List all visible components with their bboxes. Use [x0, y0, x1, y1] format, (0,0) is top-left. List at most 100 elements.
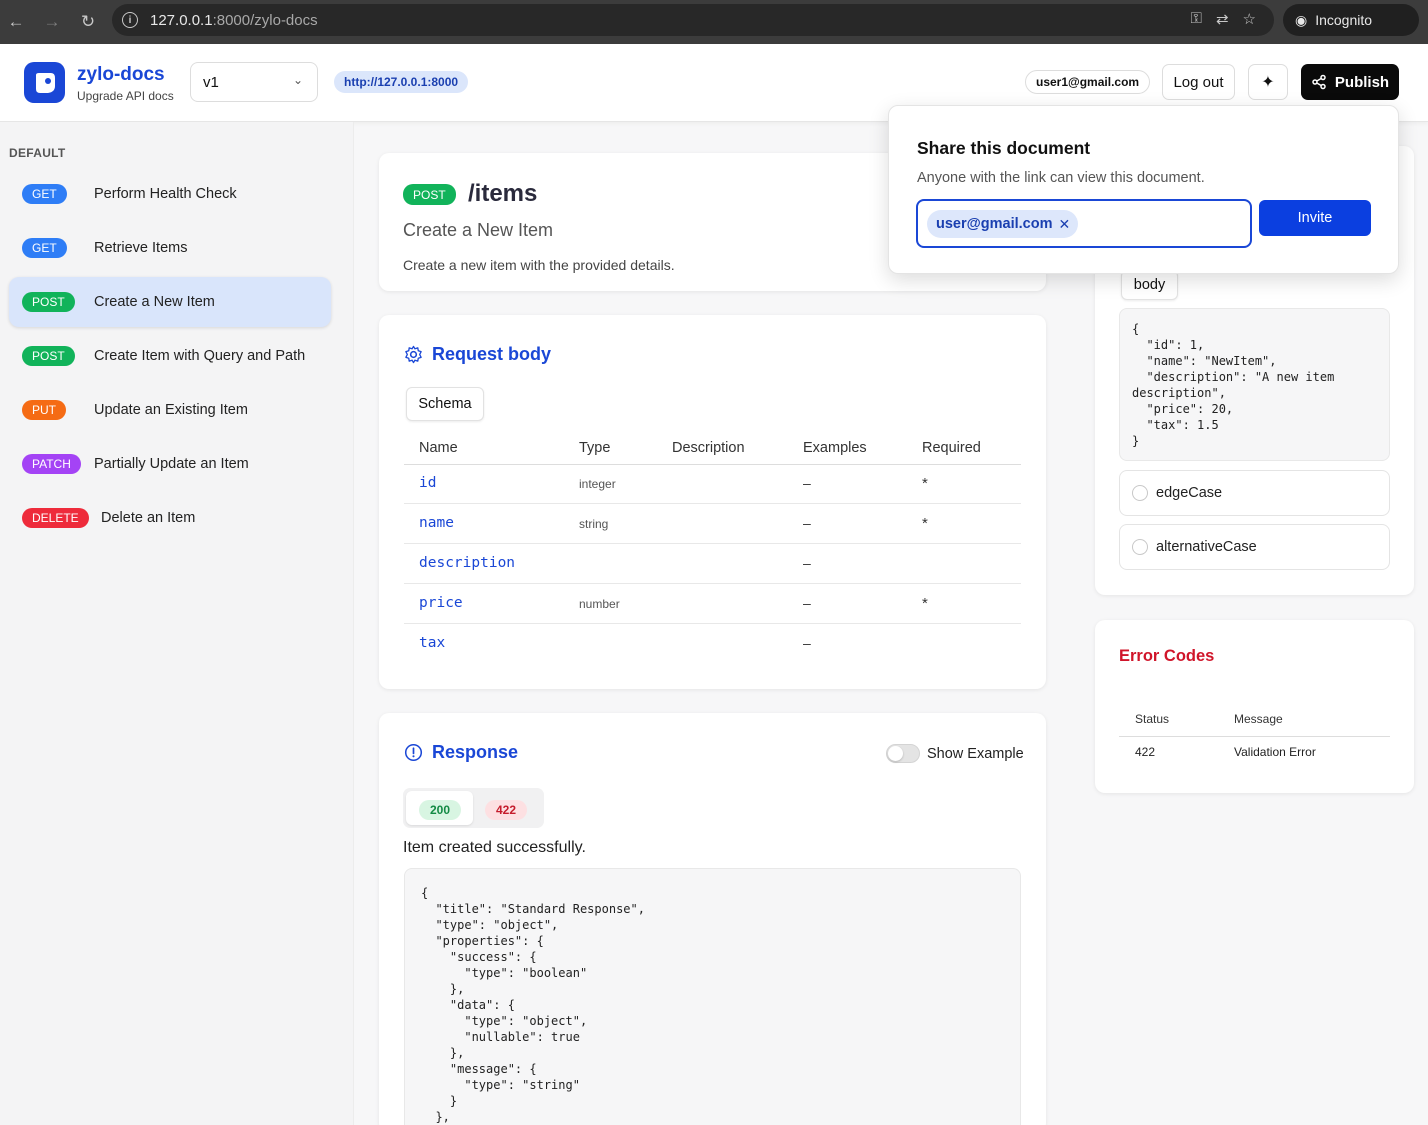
endpoint-description: Create a new item with the provided deta…	[403, 257, 675, 273]
close-icon[interactable]: ✕	[1058, 216, 1070, 233]
response-description: Item created successfully.	[403, 839, 586, 856]
error-codes-title: Error Codes	[1119, 647, 1215, 665]
tab-body[interactable]: body	[1121, 270, 1178, 300]
url-text[interactable]: 127.0.0.1:8000/zylo-docs	[150, 12, 318, 29]
publish-button[interactable]: Publish	[1301, 64, 1399, 100]
share-popover: Share this document Anyone with the link…	[888, 105, 1399, 274]
field-example: –	[803, 595, 811, 611]
sidebar-item-perform-health-check[interactable]: GET Perform Health Check	[9, 169, 331, 219]
column-header: Status	[1135, 712, 1170, 726]
column-header: Message	[1234, 712, 1283, 726]
example-option-alternativecase[interactable]: alternativeCase	[1119, 524, 1390, 570]
column-header: Examples	[803, 440, 867, 456]
sidebar-item-delete-an-item[interactable]: DELETE Delete an Item	[9, 493, 331, 543]
column-header: Name	[419, 440, 458, 456]
method-badge: POST	[22, 346, 75, 366]
show-example-label: Show Example	[927, 746, 1024, 762]
column-header: Description	[672, 440, 745, 456]
request-body-card: Request body Schema Name Type Descriptio…	[379, 315, 1046, 689]
key-icon[interactable]: ⚿	[1191, 10, 1202, 28]
error-message: Validation Error	[1234, 745, 1316, 759]
sidebar-item-create-item-with-query-and-path[interactable]: POST Create Item with Query and Path	[9, 331, 331, 381]
info-icon[interactable]: i	[122, 12, 138, 28]
field-type: string	[579, 517, 609, 531]
magic-wand-button[interactable]: ✦	[1248, 64, 1288, 100]
field-name: id	[419, 475, 437, 491]
chevron-down-icon: ⌄	[292, 73, 303, 87]
forward-arrow-icon[interactable]: →	[40, 10, 64, 34]
field-required: *	[922, 515, 928, 532]
method-badge: PATCH	[22, 454, 81, 474]
address-bar[interactable]: i 127.0.0.1:8000/zylo-docs ⚿ ⇄ ☆	[112, 4, 1274, 36]
gear-icon	[405, 345, 422, 364]
back-arrow-icon[interactable]: ←	[4, 10, 28, 34]
user-email-badge: user1@gmail.com	[1025, 70, 1151, 94]
sidebar-item-label: Delete an Item	[101, 510, 196, 526]
incognito-indicator[interactable]: ◉ Incognito	[1283, 4, 1419, 36]
tab-status-422[interactable]: 422	[485, 800, 527, 820]
field-type: number	[579, 597, 620, 611]
sidebar-item-update-an-existing-item[interactable]: PUT Update an Existing Item	[9, 385, 331, 435]
field-name: description	[419, 555, 516, 571]
status-tabs: 200 422	[403, 788, 544, 828]
radio-button[interactable]	[1132, 485, 1148, 501]
base-url-badge: http://127.0.0.1:8000	[334, 71, 469, 93]
endpoint-method-badge: POST	[403, 184, 456, 205]
column-header: Required	[922, 440, 981, 456]
table-row: description –	[404, 544, 1021, 584]
request-example-code: { "id": 1, "name": "NewItem", "descripti…	[1119, 308, 1390, 461]
tab-schema[interactable]: Schema	[406, 387, 484, 421]
share-title: Share this document	[917, 138, 1091, 158]
brand-subtitle: Upgrade API docs	[77, 89, 174, 103]
table-row: name string – *	[404, 504, 1021, 544]
invite-email-input[interactable]: user@gmail.com ✕	[916, 199, 1252, 248]
sidebar-item-label: Retrieve Items	[94, 240, 188, 256]
error-codes-card: Error Codes Status Message 422 Validatio…	[1095, 620, 1414, 793]
field-example: –	[803, 555, 811, 571]
sidebar: DEFAULT GET Perform Health Check GET Ret…	[0, 122, 354, 1125]
field-required: *	[922, 595, 928, 612]
sidebar-item-label: Create Item with Query and Path	[94, 348, 306, 364]
logo-icon	[35, 72, 55, 93]
sidebar-item-label: Perform Health Check	[94, 186, 237, 202]
field-example: –	[803, 635, 811, 651]
reload-icon[interactable]: ↻	[76, 10, 100, 34]
alert-circle-icon	[404, 743, 423, 762]
response-schema-code: { "title": "Standard Response", "type": …	[404, 868, 1021, 1125]
browser-toolbar: ← → ↻ i 127.0.0.1:8000/zylo-docs ⚿ ⇄ ☆ ◉…	[0, 0, 1428, 44]
field-example: –	[803, 515, 811, 531]
sidebar-item-create-a-new-item[interactable]: POST Create a New Item	[9, 277, 331, 327]
show-example-toggle[interactable]	[886, 744, 920, 763]
logout-button[interactable]: Log out	[1162, 64, 1235, 100]
version-select[interactable]: v1 ⌄	[190, 62, 318, 102]
sidebar-item-partially-update-an-item[interactable]: PATCH Partially Update an Item	[9, 439, 331, 489]
sidebar-item-retrieve-items[interactable]: GET Retrieve Items	[9, 223, 331, 273]
share-subtitle: Anyone with the link can view this docum…	[917, 170, 1205, 186]
incognito-icon: ◉	[1295, 11, 1308, 28]
endpoint-path: /items	[468, 180, 538, 207]
radio-button[interactable]	[1132, 539, 1148, 555]
field-required: *	[922, 475, 928, 492]
method-badge: GET	[22, 238, 67, 258]
field-example: –	[803, 475, 811, 491]
example-option-edgecase[interactable]: edgeCase	[1119, 470, 1390, 516]
field-name: name	[419, 515, 454, 531]
column-header: Type	[579, 440, 611, 456]
response-title: Response	[432, 742, 519, 762]
star-icon[interactable]: ☆	[1243, 10, 1256, 28]
sidebar-item-label: Create a New Item	[94, 294, 215, 310]
brand-logo[interactable]	[24, 62, 65, 103]
table-row: price number – *	[404, 584, 1021, 624]
sidebar-item-label: Partially Update an Item	[94, 456, 249, 472]
field-type: integer	[579, 477, 616, 491]
method-badge: POST	[22, 292, 75, 312]
magic-wand-icon: ✦	[1261, 74, 1275, 91]
translate-icon[interactable]: ⇄	[1216, 10, 1229, 28]
method-badge: DELETE	[22, 508, 89, 528]
table-row: id integer – *	[404, 464, 1021, 504]
method-badge: PUT	[22, 400, 66, 420]
response-card: Response Show Example 200 422 Item creat…	[379, 713, 1046, 1125]
field-name: tax	[419, 635, 446, 651]
tab-status-200[interactable]: 200	[419, 800, 461, 820]
invite-button[interactable]: Invite	[1259, 200, 1371, 236]
